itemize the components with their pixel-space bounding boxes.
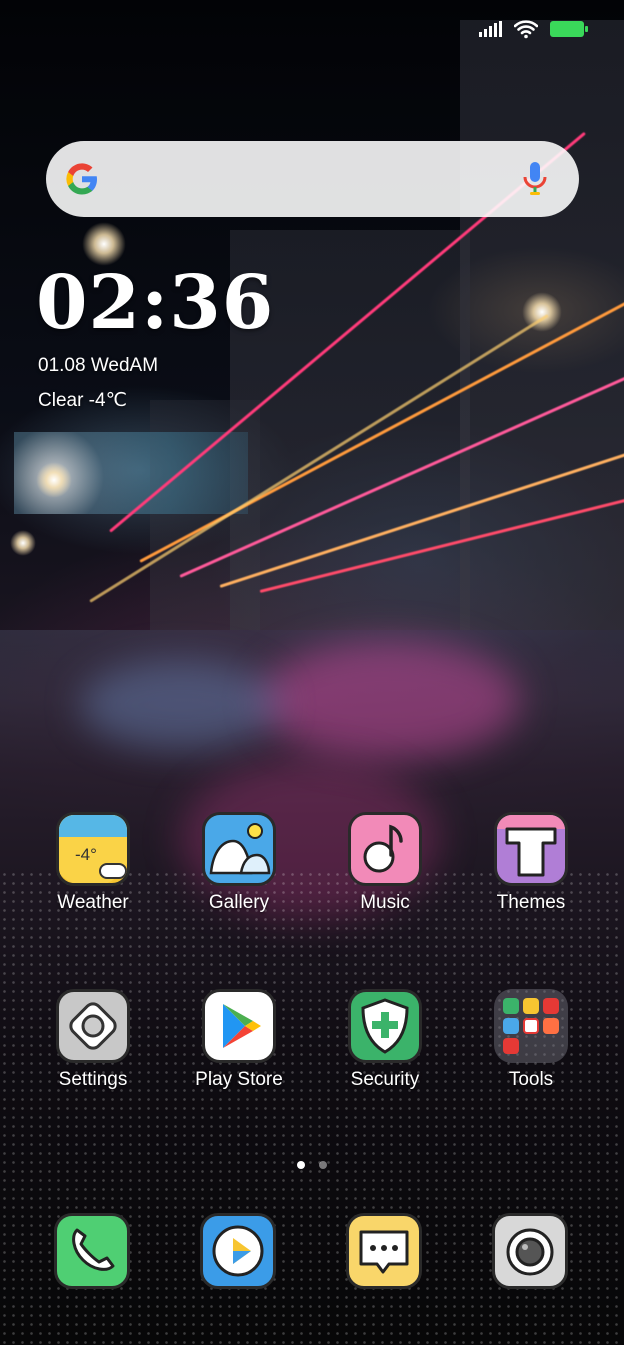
- camera-icon: [492, 1213, 568, 1289]
- clock-time[interactable]: 02:36: [36, 258, 274, 348]
- cellular-signal-icon: [479, 21, 502, 37]
- security-icon: [348, 989, 422, 1063]
- settings-icon: [56, 989, 130, 1063]
- app-label: Security: [350, 1069, 420, 1090]
- weather-icon: -4°: [56, 812, 130, 886]
- gallery-icon: [202, 812, 276, 886]
- play-store-icon: [202, 989, 276, 1063]
- google-search-bar[interactable]: [46, 141, 579, 217]
- app-play-store[interactable]: Play Store: [174, 989, 304, 1091]
- weather-temp-badge: -4°: [75, 845, 97, 864]
- wifi-icon: [514, 20, 538, 39]
- street-lamp: [10, 530, 36, 556]
- app-security[interactable]: Security: [320, 989, 450, 1091]
- road-reflection: [260, 640, 520, 760]
- app-weather[interactable]: -4° Weather: [28, 812, 158, 914]
- app-label: Music: [360, 892, 410, 913]
- clock-weather[interactable]: Clear -4℃: [38, 389, 127, 412]
- app-label: Tools: [508, 1069, 554, 1090]
- app-label: Play Store: [195, 1069, 283, 1090]
- app-label: Themes: [496, 892, 566, 913]
- messages-icon: [346, 1213, 422, 1289]
- dock-browser[interactable]: [200, 1213, 278, 1291]
- road-reflection: [80, 660, 280, 750]
- dock-messages[interactable]: [346, 1213, 424, 1291]
- app-label: Gallery: [208, 892, 270, 913]
- status-bar: [479, 14, 588, 44]
- phone-icon: [54, 1213, 130, 1289]
- app-music[interactable]: Music: [320, 812, 450, 914]
- page-dot: [319, 1161, 327, 1169]
- app-label: Weather: [57, 892, 129, 913]
- dock-phone[interactable]: [54, 1213, 132, 1291]
- app-gallery[interactable]: Gallery: [174, 812, 304, 914]
- street-lamp: [36, 462, 72, 498]
- music-icon: [348, 812, 422, 886]
- clock-date[interactable]: 01.08 WedAM: [38, 355, 158, 377]
- page-dot-active: [297, 1161, 305, 1169]
- app-themes[interactable]: Themes: [466, 812, 596, 914]
- browser-icon: [200, 1213, 276, 1289]
- battery-full-icon: [550, 21, 588, 37]
- tools-folder-icon: [494, 989, 568, 1063]
- microphone-icon[interactable]: [520, 160, 550, 198]
- themes-icon: [494, 812, 568, 886]
- dock-camera[interactable]: [492, 1213, 570, 1291]
- app-label: Settings: [58, 1069, 128, 1090]
- app-tools-folder[interactable]: Tools: [466, 989, 596, 1091]
- app-settings[interactable]: Settings: [28, 989, 158, 1091]
- page-indicator[interactable]: [297, 1161, 327, 1169]
- google-g-icon[interactable]: [64, 161, 100, 197]
